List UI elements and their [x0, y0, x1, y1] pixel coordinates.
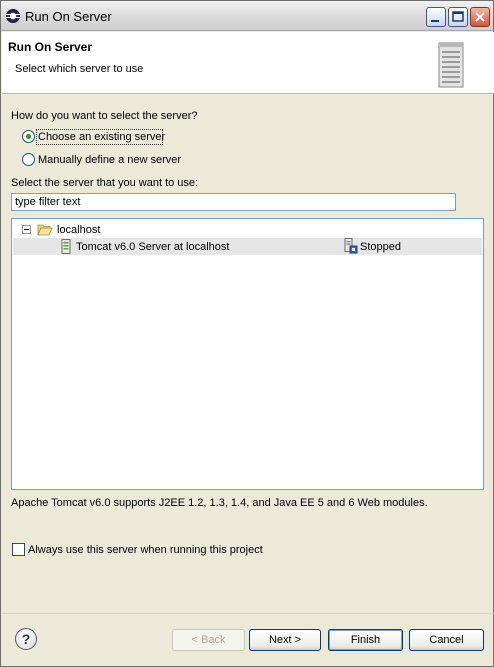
- maximize-icon: [452, 11, 464, 22]
- minimize-icon: [431, 20, 439, 22]
- server-state-label: Stopped: [360, 241, 401, 253]
- server-icon: [61, 239, 71, 254]
- server-name-label: Tomcat v6.0 Server at localhost: [76, 241, 230, 253]
- choose-existing-label[interactable]: Choose an existing server: [38, 131, 165, 143]
- wizard-header: Run On Server Select which server to use: [2, 32, 494, 94]
- filter-input[interactable]: [11, 193, 456, 211]
- close-button[interactable]: [470, 7, 490, 27]
- cancel-button[interactable]: Cancel: [409, 629, 484, 651]
- finish-button[interactable]: Finish: [328, 629, 403, 651]
- server-stopped-icon: [344, 238, 358, 254]
- define-new-radio[interactable]: [22, 153, 35, 166]
- always-use-label[interactable]: Always use this server when running this…: [28, 544, 263, 556]
- button-bar-separator: [2, 613, 494, 614]
- page-title: Run On Server: [8, 40, 93, 54]
- help-icon: ?: [21, 631, 31, 647]
- selection-question: How do you want to select the server?: [11, 110, 198, 122]
- folder-open-icon: [37, 224, 53, 236]
- help-button[interactable]: ?: [15, 628, 37, 650]
- define-new-label[interactable]: Manually define a new server: [38, 154, 181, 166]
- collapse-icon[interactable]: [22, 225, 31, 234]
- server-tower-icon: [438, 42, 464, 88]
- minimize-button[interactable]: [426, 7, 446, 27]
- localhost-label: localhost: [57, 224, 101, 236]
- choose-existing-radio[interactable]: [22, 130, 35, 143]
- server-tree[interactable]: localhost Tomcat v6.0 Server at localhos…: [11, 218, 484, 490]
- server-list-label: Select the server that you want to use:: [11, 177, 199, 189]
- maximize-button[interactable]: [448, 7, 468, 27]
- server-description: Apache Tomcat v6.0 supports J2EE 1.2, 1.…: [11, 497, 428, 509]
- page-subtitle: Select which server to use: [15, 63, 144, 75]
- title-bar[interactable]: Run On Server: [1, 1, 493, 31]
- tree-node-localhost[interactable]: localhost: [13, 221, 482, 238]
- next-button[interactable]: Next >: [249, 629, 321, 651]
- radio-selected-dot: [26, 134, 31, 139]
- eclipse-icon: [6, 9, 20, 23]
- window-title: Run On Server: [25, 9, 112, 24]
- run-on-server-dialog: Run On Server Run On Server Select which…: [0, 0, 494, 667]
- tree-node-tomcat-server[interactable]: Tomcat v6.0 Server at localhost Stopped: [13, 238, 482, 255]
- always-use-checkbox[interactable]: [12, 543, 25, 556]
- back-button[interactable]: < Back: [172, 629, 245, 651]
- close-icon: [475, 12, 485, 22]
